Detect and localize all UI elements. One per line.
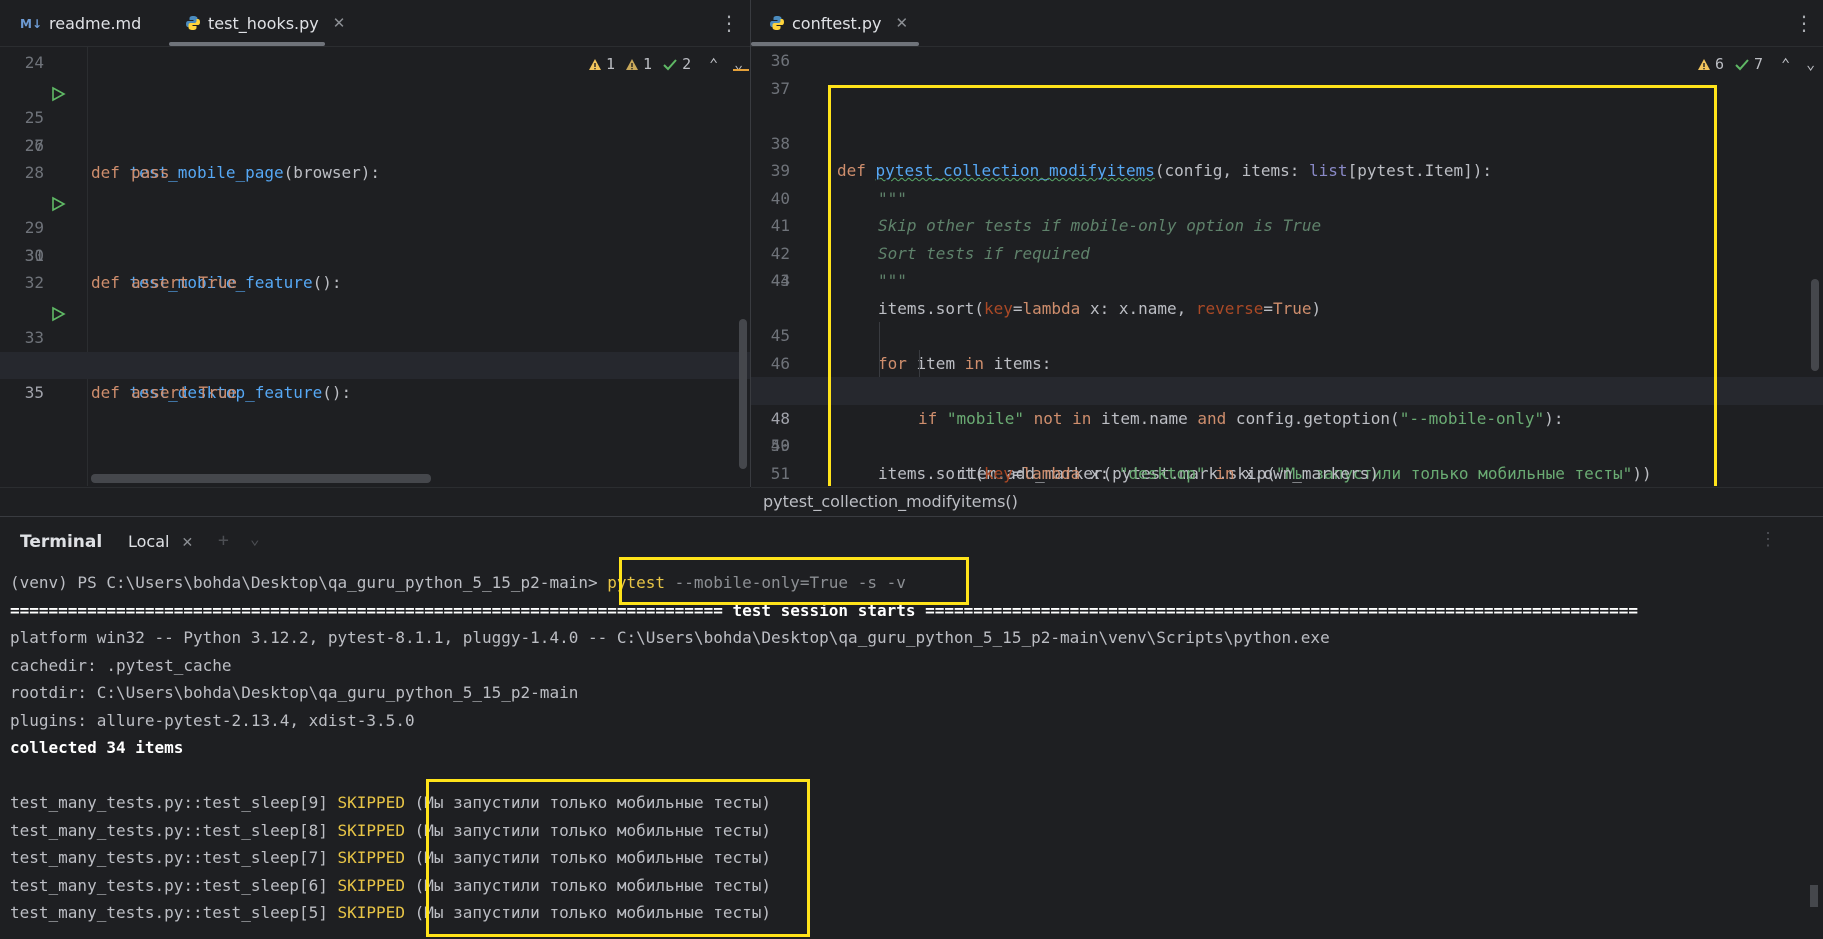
terminal-output-line: plugins: allure-pytest-2.13.4, xdist-3.5… (10, 710, 415, 730)
terminal-panel[interactable]: Terminal Local ✕ + ⌄ ⋮ (venv) PS C:\Users… (0, 516, 1823, 939)
code-line: 33 def test_desktop_feature(): (0, 297, 750, 402)
chevron-down-icon[interactable]: ⌄ (250, 529, 260, 548)
left-tab-bar: M↓ readme.md test_hooks.py ✕ ⋮ (0, 0, 750, 47)
command-highlight-box (619, 557, 969, 605)
python-icon (185, 15, 201, 31)
terminal-output-line: rootdir: C:\Users\bohda\Desktop\qa_guru_… (10, 683, 579, 702)
tab-conftest[interactable]: conftest.py ✕ (769, 0, 908, 46)
close-icon[interactable]: ✕ (896, 14, 909, 32)
breadcrumb-item[interactable]: pytest_collection_modifyitems() (763, 492, 1018, 511)
skip-reason-highlight-box (426, 779, 810, 937)
terminal-scroll-marker (1810, 885, 1818, 907)
breadcrumb[interactable]: pytest_collection_modifyitems() (751, 487, 1823, 515)
right-tab-bar: conftest.py ✕ ⋮ (751, 0, 1823, 47)
more-options-icon[interactable]: ⋮ (1759, 529, 1777, 550)
code-line: 25 def test_mobile_page(browser): (0, 77, 750, 182)
right-code-editor[interactable]: 6 7 ⌃ ⌄ 36 37 38 def pytest_collection_m… (751, 47, 1823, 486)
code-line: 24 (24, 53, 44, 72)
add-icon[interactable]: + (218, 530, 229, 551)
current-line: 35 (0, 351, 750, 402)
code-line: 32 (24, 273, 44, 292)
terminal-title: Terminal (20, 532, 103, 552)
code-line: 31 (24, 245, 44, 265)
svg-text:M↓: M↓ (20, 17, 42, 30)
more-options-icon[interactable]: ⋮ (1794, 11, 1814, 35)
markdown-icon: M↓ (20, 16, 42, 30)
active-tab-indicator (169, 42, 325, 46)
terminal-tab-local[interactable]: Local ✕ (128, 532, 193, 551)
code-line: 34 assert True (25, 356, 237, 403)
horizontal-scrollbar[interactable] (91, 474, 431, 483)
left-code-editor[interactable]: 1 1 2 ⌃ ⌄ 24 25 def test_mobile_page(bro… (0, 47, 750, 486)
tab-label: readme.md (49, 13, 142, 33)
tab-label: test_hooks.py (208, 13, 319, 33)
active-tab-indicator (751, 42, 919, 46)
more-options-icon[interactable]: ⋮ (719, 11, 739, 35)
vertical-scrollbar[interactable] (1811, 279, 1819, 371)
close-icon[interactable]: ✕ (181, 535, 193, 551)
code-line: 30 assert True (24, 245, 237, 293)
code-line: 28 (24, 163, 44, 182)
tab-label: conftest.py (792, 13, 882, 33)
close-icon[interactable]: ✕ (333, 14, 346, 32)
code-line: 36 (770, 51, 790, 70)
terminal-output-line: platform win32 -- Python 3.12.2, pytest-… (10, 628, 1330, 647)
terminal-collected-line: collected 34 items (10, 738, 184, 757)
tab-readme[interactable]: M↓ readme.md (20, 0, 141, 46)
divider (0, 487, 750, 488)
code-line: 29 def test_mobile_feature(): (0, 187, 750, 292)
code-line: 26 pass (24, 135, 170, 183)
python-icon (769, 15, 785, 31)
vertical-scrollbar[interactable] (739, 319, 747, 469)
tab-label: Local (128, 532, 170, 551)
tab-test-hooks[interactable]: test_hooks.py ✕ (185, 0, 405, 46)
code-highlight-box (828, 85, 1717, 486)
code-line: 27 (24, 135, 44, 155)
terminal-output-line: cachedir: .pytest_cache (10, 655, 232, 675)
ide-window: M↓ readme.md test_hooks.py ✕ ⋮ conftest.… (0, 0, 1823, 939)
